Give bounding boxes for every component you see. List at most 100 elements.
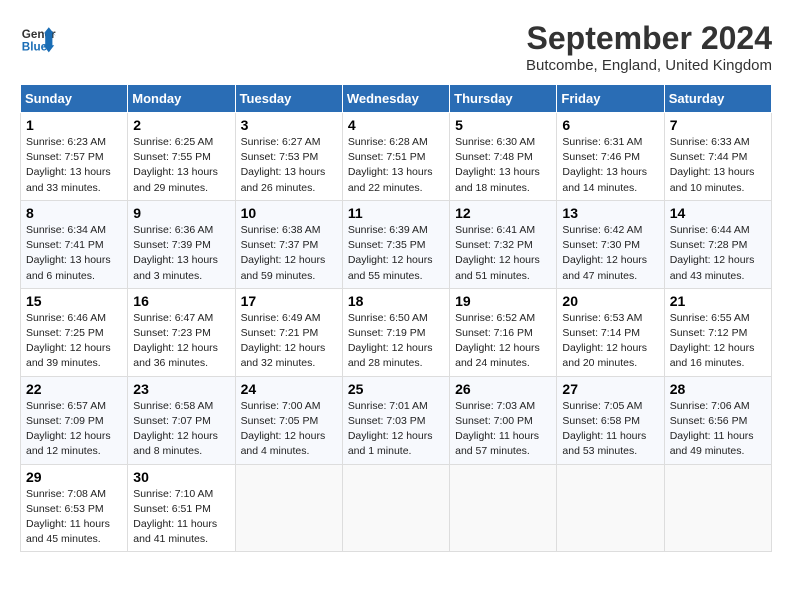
table-row: 19 Sunrise: 6:52 AMSunset: 7:16 PMDaylig… (450, 288, 557, 376)
table-row: 10 Sunrise: 6:38 AMSunset: 7:37 PMDaylig… (235, 200, 342, 288)
day-number: 25 (348, 381, 444, 397)
day-number: 5 (455, 117, 551, 133)
day-info: Sunrise: 7:03 AMSunset: 7:00 PMDaylight:… (455, 399, 551, 460)
day-number: 24 (241, 381, 337, 397)
col-sunday: Sunday (21, 85, 128, 113)
day-number: 16 (133, 293, 229, 309)
table-row: 5 Sunrise: 6:30 AMSunset: 7:48 PMDayligh… (450, 113, 557, 201)
day-number: 19 (455, 293, 551, 309)
day-info: Sunrise: 7:05 AMSunset: 6:58 PMDaylight:… (562, 399, 658, 460)
table-row: 24 Sunrise: 7:00 AMSunset: 7:05 PMDaylig… (235, 376, 342, 464)
table-row: 1 Sunrise: 6:23 AMSunset: 7:57 PMDayligh… (21, 113, 128, 201)
logo-icon: General Blue (20, 20, 56, 56)
day-info: Sunrise: 6:49 AMSunset: 7:21 PMDaylight:… (241, 311, 337, 372)
day-number: 27 (562, 381, 658, 397)
day-number: 28 (670, 381, 766, 397)
day-number: 14 (670, 205, 766, 221)
day-info: Sunrise: 6:34 AMSunset: 7:41 PMDaylight:… (26, 223, 122, 284)
day-info: Sunrise: 7:10 AMSunset: 6:51 PMDaylight:… (133, 487, 229, 548)
location: Butcombe, England, United Kingdom (526, 57, 772, 74)
table-row: 11 Sunrise: 6:39 AMSunset: 7:35 PMDaylig… (342, 200, 449, 288)
table-row: 4 Sunrise: 6:28 AMSunset: 7:51 PMDayligh… (342, 113, 449, 201)
day-number: 6 (562, 117, 658, 133)
day-number: 11 (348, 205, 444, 221)
day-number: 20 (562, 293, 658, 309)
table-row: 16 Sunrise: 6:47 AMSunset: 7:23 PMDaylig… (128, 288, 235, 376)
day-number: 17 (241, 293, 337, 309)
day-info: Sunrise: 6:52 AMSunset: 7:16 PMDaylight:… (455, 311, 551, 372)
table-row: 26 Sunrise: 7:03 AMSunset: 7:00 PMDaylig… (450, 376, 557, 464)
day-info: Sunrise: 6:57 AMSunset: 7:09 PMDaylight:… (26, 399, 122, 460)
day-info: Sunrise: 6:41 AMSunset: 7:32 PMDaylight:… (455, 223, 551, 284)
table-row: 27 Sunrise: 7:05 AMSunset: 6:58 PMDaylig… (557, 376, 664, 464)
day-number: 4 (348, 117, 444, 133)
day-info: Sunrise: 6:33 AMSunset: 7:44 PMDaylight:… (670, 135, 766, 196)
day-info: Sunrise: 6:25 AMSunset: 7:55 PMDaylight:… (133, 135, 229, 196)
day-number: 12 (455, 205, 551, 221)
day-info: Sunrise: 6:36 AMSunset: 7:39 PMDaylight:… (133, 223, 229, 284)
day-info: Sunrise: 6:27 AMSunset: 7:53 PMDaylight:… (241, 135, 337, 196)
day-info: Sunrise: 6:50 AMSunset: 7:19 PMDaylight:… (348, 311, 444, 372)
svg-text:Blue: Blue (22, 41, 48, 54)
table-row: 21 Sunrise: 6:55 AMSunset: 7:12 PMDaylig… (664, 288, 771, 376)
day-info: Sunrise: 6:39 AMSunset: 7:35 PMDaylight:… (348, 223, 444, 284)
day-number: 3 (241, 117, 337, 133)
col-friday: Friday (557, 85, 664, 113)
day-number: 10 (241, 205, 337, 221)
table-row: 9 Sunrise: 6:36 AMSunset: 7:39 PMDayligh… (128, 200, 235, 288)
day-info: Sunrise: 6:44 AMSunset: 7:28 PMDaylight:… (670, 223, 766, 284)
day-info: Sunrise: 6:55 AMSunset: 7:12 PMDaylight:… (670, 311, 766, 372)
calendar-week-row: 15 Sunrise: 6:46 AMSunset: 7:25 PMDaylig… (21, 288, 772, 376)
day-number: 21 (670, 293, 766, 309)
day-info: Sunrise: 6:46 AMSunset: 7:25 PMDaylight:… (26, 311, 122, 372)
day-number: 8 (26, 205, 122, 221)
table-row: 25 Sunrise: 7:01 AMSunset: 7:03 PMDaylig… (342, 376, 449, 464)
header-row: Sunday Monday Tuesday Wednesday Thursday… (21, 85, 772, 113)
logo: General Blue (20, 20, 56, 56)
table-row (557, 464, 664, 552)
day-number: 13 (562, 205, 658, 221)
table-row: 18 Sunrise: 6:50 AMSunset: 7:19 PMDaylig… (342, 288, 449, 376)
day-info: Sunrise: 7:00 AMSunset: 7:05 PMDaylight:… (241, 399, 337, 460)
day-number: 2 (133, 117, 229, 133)
day-info: Sunrise: 6:58 AMSunset: 7:07 PMDaylight:… (133, 399, 229, 460)
col-tuesday: Tuesday (235, 85, 342, 113)
day-info: Sunrise: 7:08 AMSunset: 6:53 PMDaylight:… (26, 487, 122, 548)
calendar-week-row: 29 Sunrise: 7:08 AMSunset: 6:53 PMDaylig… (21, 464, 772, 552)
day-number: 22 (26, 381, 122, 397)
col-wednesday: Wednesday (342, 85, 449, 113)
table-row: 7 Sunrise: 6:33 AMSunset: 7:44 PMDayligh… (664, 113, 771, 201)
col-thursday: Thursday (450, 85, 557, 113)
day-info: Sunrise: 7:06 AMSunset: 6:56 PMDaylight:… (670, 399, 766, 460)
calendar-table: Sunday Monday Tuesday Wednesday Thursday… (20, 84, 772, 552)
table-row: 8 Sunrise: 6:34 AMSunset: 7:41 PMDayligh… (21, 200, 128, 288)
col-saturday: Saturday (664, 85, 771, 113)
table-row: 30 Sunrise: 7:10 AMSunset: 6:51 PMDaylig… (128, 464, 235, 552)
day-number: 9 (133, 205, 229, 221)
table-row: 6 Sunrise: 6:31 AMSunset: 7:46 PMDayligh… (557, 113, 664, 201)
table-row: 23 Sunrise: 6:58 AMSunset: 7:07 PMDaylig… (128, 376, 235, 464)
day-number: 23 (133, 381, 229, 397)
table-row: 13 Sunrise: 6:42 AMSunset: 7:30 PMDaylig… (557, 200, 664, 288)
table-row (342, 464, 449, 552)
day-info: Sunrise: 6:38 AMSunset: 7:37 PMDaylight:… (241, 223, 337, 284)
table-row: 20 Sunrise: 6:53 AMSunset: 7:14 PMDaylig… (557, 288, 664, 376)
page-header: General Blue September 2024 Butcombe, En… (20, 20, 772, 74)
table-row (664, 464, 771, 552)
table-row: 15 Sunrise: 6:46 AMSunset: 7:25 PMDaylig… (21, 288, 128, 376)
day-info: Sunrise: 6:53 AMSunset: 7:14 PMDaylight:… (562, 311, 658, 372)
day-number: 15 (26, 293, 122, 309)
day-number: 29 (26, 469, 122, 485)
table-row: 22 Sunrise: 6:57 AMSunset: 7:09 PMDaylig… (21, 376, 128, 464)
day-number: 26 (455, 381, 551, 397)
day-info: Sunrise: 6:23 AMSunset: 7:57 PMDaylight:… (26, 135, 122, 196)
day-info: Sunrise: 6:28 AMSunset: 7:51 PMDaylight:… (348, 135, 444, 196)
calendar-week-row: 1 Sunrise: 6:23 AMSunset: 7:57 PMDayligh… (21, 113, 772, 201)
col-monday: Monday (128, 85, 235, 113)
title-block: September 2024 Butcombe, England, United… (526, 20, 772, 74)
calendar-week-row: 22 Sunrise: 6:57 AMSunset: 7:09 PMDaylig… (21, 376, 772, 464)
day-number: 18 (348, 293, 444, 309)
table-row: 17 Sunrise: 6:49 AMSunset: 7:21 PMDaylig… (235, 288, 342, 376)
day-number: 7 (670, 117, 766, 133)
day-info: Sunrise: 6:47 AMSunset: 7:23 PMDaylight:… (133, 311, 229, 372)
